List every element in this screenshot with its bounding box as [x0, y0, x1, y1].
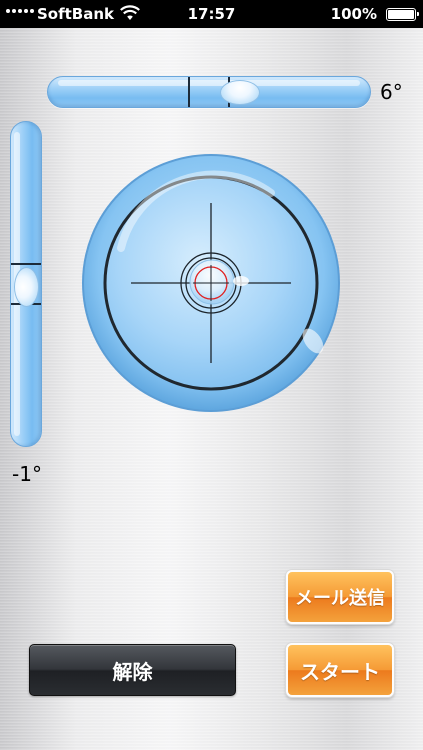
horizontal-bubble [220, 80, 260, 105]
level-mark-left [188, 77, 190, 107]
vertical-bubble [14, 267, 39, 307]
bullseye-level-graphic [82, 154, 340, 412]
start-button[interactable]: スタート [286, 643, 394, 697]
horizontal-bubble-level [47, 76, 371, 108]
battery-percentage: 100% [330, 5, 377, 23]
vertical-bubble-level [10, 121, 42, 447]
status-bar: SoftBank 17:57 100% [0, 0, 423, 28]
horizontal-angle-readout: 6° [380, 80, 403, 104]
level-mark-top [11, 263, 41, 265]
bullseye-level [81, 153, 341, 413]
release-button[interactable]: 解除 [29, 644, 236, 696]
battery-icon [386, 8, 419, 21]
send-email-button[interactable]: メール送信 [286, 570, 394, 624]
tube-highlight [58, 80, 360, 86]
vertical-angle-readout: -1° [12, 462, 42, 486]
